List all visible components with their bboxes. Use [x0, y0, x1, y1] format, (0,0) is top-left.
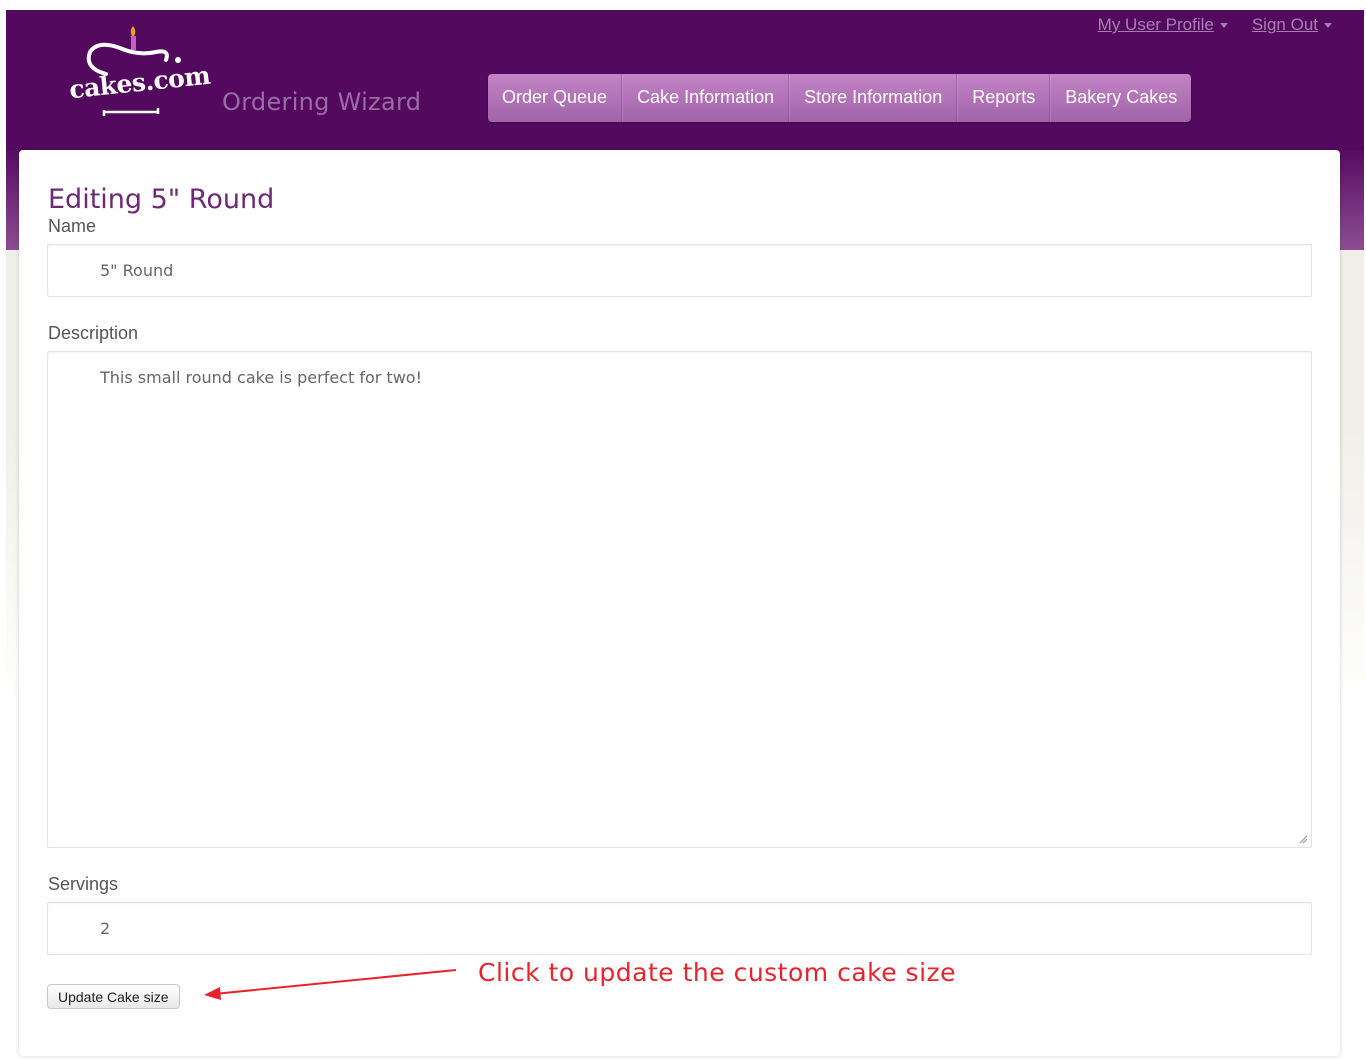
- main-nav: Order Queue Cake Information Store Infor…: [488, 74, 1192, 122]
- user-menu: My User Profile Sign Out: [1098, 15, 1332, 35]
- page-title: Editing 5" Round: [48, 184, 275, 215]
- nav-store-information[interactable]: Store Information: [789, 74, 958, 122]
- name-label: Name: [48, 216, 97, 236]
- chevron-down-icon: [1219, 22, 1228, 28]
- nav-order-queue[interactable]: Order Queue: [488, 74, 623, 122]
- cakes-logo[interactable]: cakes.com: [66, 24, 211, 124]
- description-textarea[interactable]: This small round cake is perfect for two…: [47, 351, 1312, 848]
- name-input[interactable]: [47, 244, 1312, 297]
- nav-bakery-cakes[interactable]: Bakery Cakes: [1050, 74, 1191, 122]
- annotation-text: Click to update the custom cake size: [478, 958, 957, 987]
- nav-reports[interactable]: Reports: [957, 74, 1051, 122]
- chevron-down-icon: [1324, 22, 1332, 28]
- sign-out-label: Sign Out: [1251, 15, 1318, 34]
- annotation-arrow-icon: [204, 969, 457, 1000]
- servings-label: Servings: [48, 874, 119, 894]
- my-user-profile-link[interactable]: My User Profile: [1098, 15, 1228, 35]
- servings-input[interactable]: [47, 902, 1312, 955]
- app-title: Ordering Wizard: [222, 88, 422, 116]
- resize-handle-icon[interactable]: [1298, 834, 1308, 844]
- nav-cake-information[interactable]: Cake Information: [622, 74, 790, 122]
- update-cake-size-button[interactable]: Update Cake size: [47, 984, 180, 1009]
- sign-out-link[interactable]: Sign Out: [1252, 15, 1332, 35]
- description-label: Description: [48, 323, 139, 343]
- my-user-profile-label: My User Profile: [1097, 15, 1214, 34]
